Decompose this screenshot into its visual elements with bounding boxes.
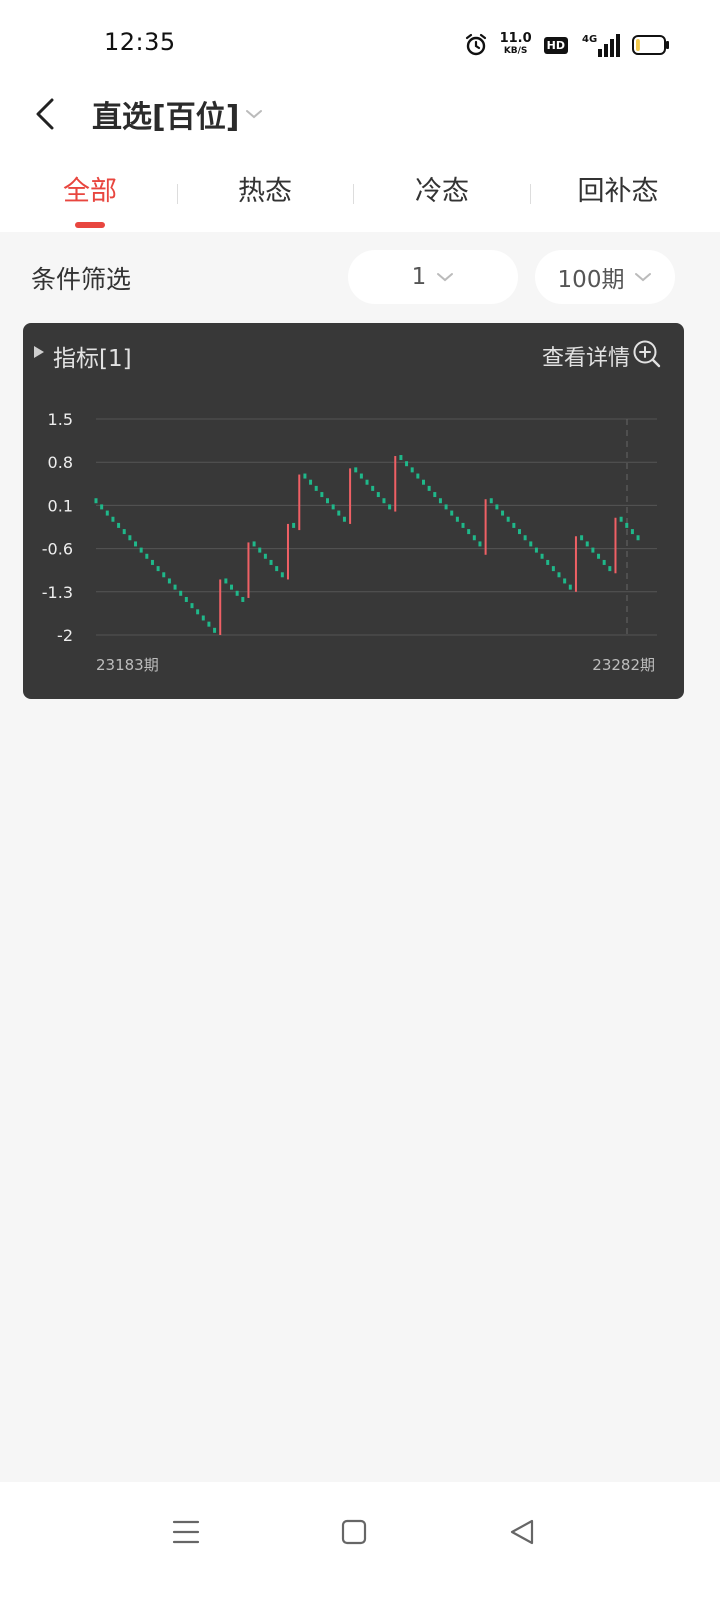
hd-badge: HD: [543, 36, 568, 54]
tab-active-indicator: [75, 222, 105, 228]
signal-label: 4G: [582, 34, 597, 45]
system-nav-bar: [0, 1482, 720, 1600]
alarm-icon: [465, 33, 486, 56]
tab-bar: 全部 热态 冷态 回补态: [0, 168, 720, 232]
chevron-down-icon: [635, 273, 652, 282]
y-tick-label: -0.6: [42, 540, 73, 559]
back-arrow-icon: [36, 98, 54, 130]
back-button[interactable]: [28, 94, 68, 134]
x-tick-start: 23183期: [96, 656, 159, 674]
expand-triangle-icon[interactable]: [33, 345, 45, 359]
home-icon[interactable]: [334, 1512, 374, 1552]
zoom-in-icon[interactable]: [632, 339, 662, 369]
period-dropdown[interactable]: 100期: [535, 250, 675, 304]
battery-icon: [632, 35, 669, 55]
y-tick-label: 0.1: [48, 496, 73, 515]
menu-icon[interactable]: [166, 1512, 206, 1552]
page-title[interactable]: 直选[百位]: [92, 92, 239, 136]
y-tick-label: 0.8: [48, 453, 73, 472]
option-value: 1: [411, 264, 427, 290]
tab-cold[interactable]: 冷态: [352, 168, 532, 232]
chevron-down-icon: [437, 273, 454, 282]
chevron-down-icon[interactable]: [244, 104, 264, 124]
y-tick-label: -1.3: [42, 583, 73, 602]
filter-label: 条件筛选: [31, 265, 132, 294]
status-bar: 12:35 11.0 KB/S HD 4G: [0, 0, 720, 80]
option-dropdown[interactable]: 1: [348, 250, 518, 304]
x-tick-end: 23282期: [592, 656, 655, 674]
status-icons: 11.0 KB/S HD 4G: [464, 30, 670, 60]
period-value: 100期: [557, 267, 625, 293]
network-speed: 11.0 KB/S: [499, 31, 532, 56]
view-details-link[interactable]: 查看详情: [542, 340, 630, 372]
signal-icon: 4G: [582, 34, 620, 57]
y-tick-label: -2: [57, 626, 73, 645]
header: 直选[百位] 全部 热态 冷态 回补态: [0, 80, 720, 232]
filter-row: 条件筛选 1 100期: [0, 250, 720, 306]
tab-rebound[interactable]: 回补态: [528, 168, 708, 232]
y-tick-label: 1.5: [48, 410, 73, 429]
indicator-chart: 1.5 0.8 0.1 -0.6 -1.3 -2 23183期 23282期: [42, 410, 657, 674]
back-triangle-icon[interactable]: [502, 1512, 542, 1552]
indicator-card: 1.5 0.8 0.1 -0.6 -1.3 -2 23183期 23282期 指…: [23, 323, 684, 699]
card-title[interactable]: 指标[1]: [53, 339, 132, 373]
tab-hot[interactable]: 热态: [175, 168, 355, 232]
status-time: 12:35: [104, 28, 176, 56]
